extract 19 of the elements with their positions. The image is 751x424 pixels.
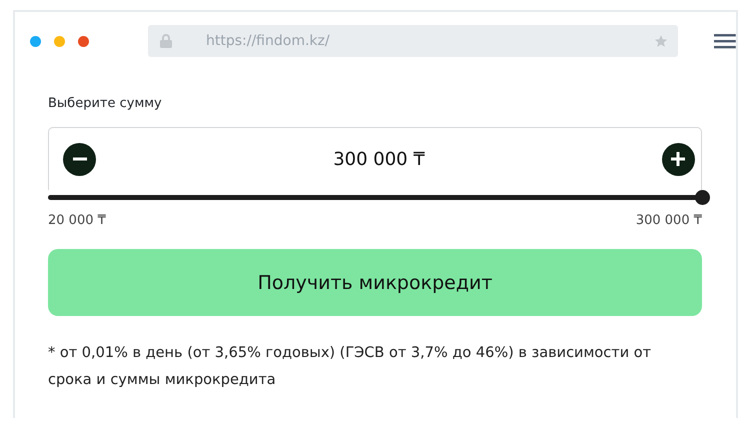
amount-slider[interactable] — [48, 190, 710, 205]
slider-handle[interactable] — [695, 190, 710, 205]
max-amount: 300 000 ₸ — [636, 213, 702, 228]
plus-icon — [671, 152, 686, 166]
increase-button[interactable] — [662, 142, 695, 176]
footnote-text: * от 0,01% в день (от 3,65% годовых) (ГЭСВ от 3,7% до 46%) в зависимости от срока и суммы микрокредита — [48, 344, 652, 390]
window-dot[interactable] — [54, 36, 65, 46]
menu-icon[interactable] — [714, 33, 736, 49]
star-icon[interactable] — [654, 34, 668, 48]
window-dot[interactable] — [78, 36, 89, 46]
url-text: https://findom.kz/ — [206, 33, 331, 49]
decrease-button[interactable] — [63, 142, 96, 176]
get-credit-button[interactable]: Получить микрокредит — [48, 249, 702, 316]
amount-value: 300 000 ₸ — [333, 148, 425, 170]
window-dot[interactable] — [30, 36, 41, 46]
amount-field[interactable]: 300 000 ₸ — [48, 127, 702, 190]
amount-label: Выберите сумму — [48, 96, 163, 111]
min-amount: 20 000 ₸ — [48, 213, 106, 228]
lock-icon — [160, 34, 172, 48]
